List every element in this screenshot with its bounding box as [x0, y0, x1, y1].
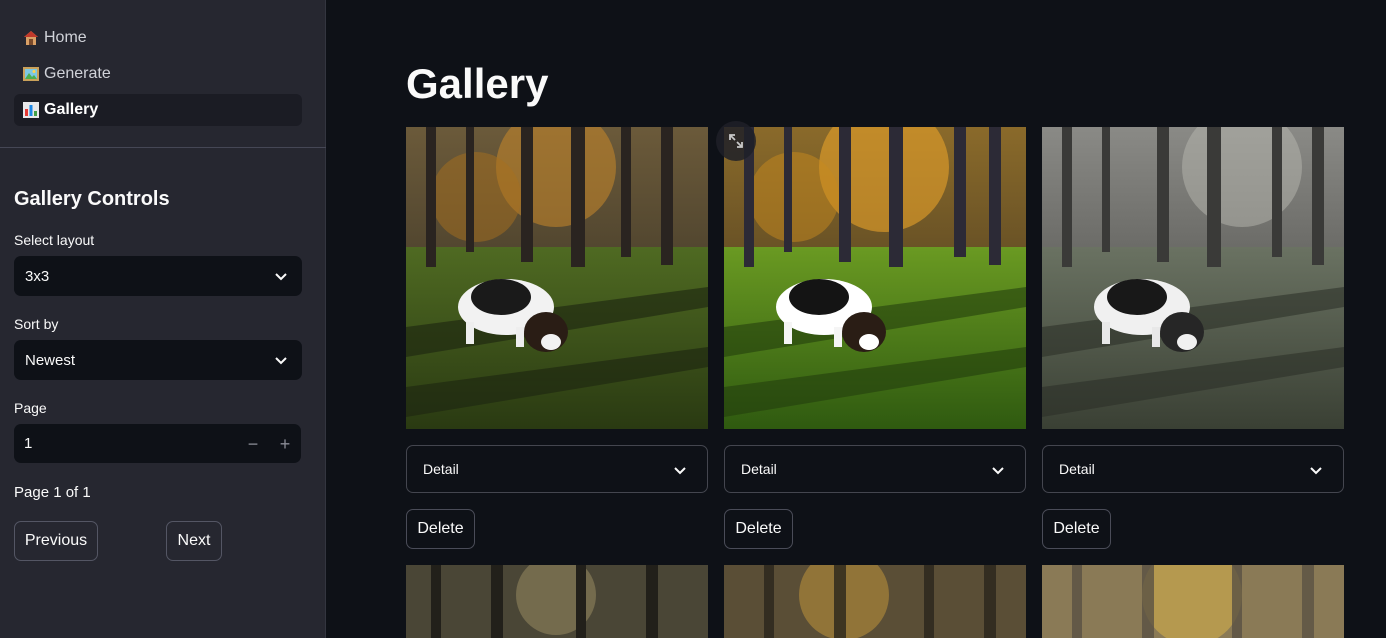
page-number-input[interactable]: 1 − + — [14, 424, 301, 463]
sidebar-nav: Home Generate Gallery — [14, 22, 302, 130]
page-label: Page — [14, 400, 47, 416]
next-button[interactable]: Next — [166, 521, 222, 561]
bar-chart-icon — [22, 101, 40, 119]
chevron-down-icon — [275, 273, 287, 281]
delete-button-1[interactable]: Delete — [406, 509, 475, 549]
nav-label-home: Home — [44, 29, 87, 46]
page-number-value: 1 — [24, 435, 33, 452]
nav-label-gallery: Gallery — [44, 101, 99, 118]
nav-item-gallery[interactable]: Gallery — [14, 94, 302, 126]
detail-expander-1[interactable]: Detail — [406, 445, 708, 493]
detail-expander-2[interactable]: Detail — [724, 445, 1026, 493]
delete-button-3[interactable]: Delete — [1042, 509, 1111, 549]
chevron-down-icon — [1310, 467, 1322, 475]
increment-button[interactable]: + — [274, 433, 296, 455]
page-status: Page 1 of 1 — [14, 484, 91, 501]
page-title: Gallery — [406, 60, 549, 107]
nav-item-home[interactable]: Home — [14, 22, 302, 54]
house-icon — [22, 29, 40, 47]
gallery-image-3[interactable] — [1042, 127, 1344, 429]
chevron-down-icon — [992, 467, 1004, 475]
detail-expander-3[interactable]: Detail — [1042, 445, 1344, 493]
sort-select-value: Newest — [25, 351, 76, 369]
detail-label: Detail — [1059, 461, 1095, 477]
sort-label: Sort by — [14, 316, 59, 332]
nav-label-generate: Generate — [44, 65, 111, 82]
layout-label: Select layout — [14, 232, 95, 248]
fullscreen-button[interactable] — [716, 121, 756, 161]
previous-button[interactable]: Previous — [14, 521, 98, 561]
gallery-image-2[interactable] — [724, 127, 1026, 429]
sort-select[interactable]: Newest — [14, 340, 302, 380]
layout-select-value: 3x3 — [25, 267, 50, 285]
delete-button-2[interactable]: Delete — [724, 509, 793, 549]
chevron-down-icon — [275, 357, 287, 365]
detail-label: Detail — [741, 461, 777, 477]
sidebar: Home Generate Gallery Gallery Controls S… — [0, 0, 326, 638]
decrement-button[interactable]: − — [242, 433, 264, 455]
controls-title: Gallery Controls — [14, 188, 170, 210]
detail-label: Detail — [423, 461, 459, 477]
gallery-image-6[interactable] — [1042, 565, 1344, 638]
framed-picture-icon — [22, 65, 40, 83]
expand-icon — [729, 134, 743, 148]
layout-select[interactable]: 3x3 — [14, 256, 302, 296]
gallery-image-1[interactable] — [406, 127, 708, 429]
nav-item-generate[interactable]: Generate — [14, 58, 302, 90]
sidebar-divider — [0, 147, 326, 148]
gallery-image-4[interactable] — [406, 565, 708, 638]
chevron-down-icon — [674, 467, 686, 475]
gallery-image-5[interactable] — [724, 565, 1026, 638]
